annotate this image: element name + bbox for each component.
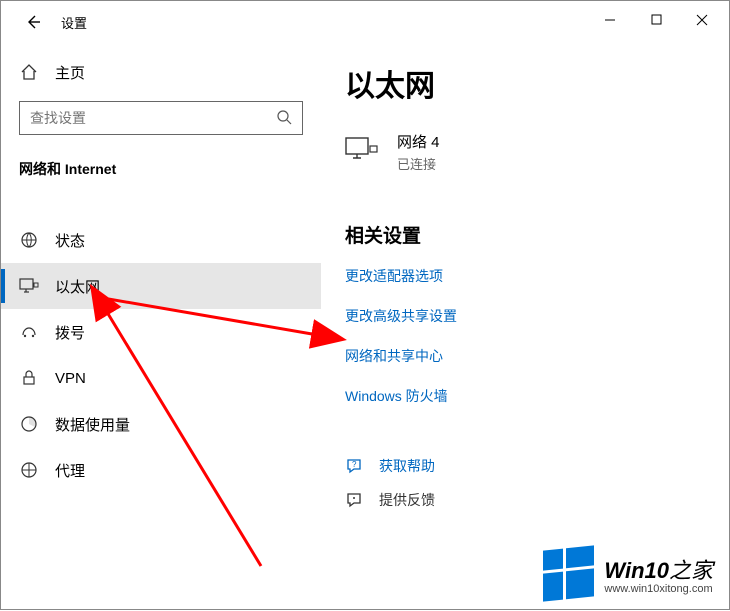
watermark-url: www.win10xitong.com xyxy=(604,583,713,595)
search-input[interactable] xyxy=(30,110,276,126)
link-windows-firewall[interactable]: Windows 防火墙 xyxy=(345,386,705,406)
nav-proxy[interactable]: 代理 xyxy=(1,447,321,493)
link-advanced-sharing[interactable]: 更改高级共享设置 xyxy=(345,306,705,326)
link-network-sharing-center[interactable]: 网络和共享中心 xyxy=(345,346,705,366)
give-feedback-link[interactable]: 提供反馈 xyxy=(345,490,705,510)
window-title: 设置 xyxy=(61,13,587,32)
feedback-icon xyxy=(345,491,365,509)
help-icon: ? xyxy=(345,457,365,475)
nav-item-label: 状态 xyxy=(55,230,85,251)
close-icon xyxy=(696,14,708,26)
watermark-brand: Win10之家 xyxy=(604,553,713,585)
nav-data-usage[interactable]: 数据使用量 xyxy=(1,401,321,447)
maximize-button[interactable] xyxy=(633,4,679,36)
ethernet-icon xyxy=(19,277,39,295)
nav-status[interactable]: 状态 xyxy=(1,217,321,263)
vpn-icon xyxy=(19,369,39,387)
network-status: 已连接 xyxy=(397,154,440,173)
help-label: 获取帮助 xyxy=(379,456,435,476)
status-icon xyxy=(19,231,39,249)
close-button[interactable] xyxy=(679,4,725,36)
home-label: 主页 xyxy=(55,62,85,83)
link-adapter-options[interactable]: 更改适配器选项 xyxy=(345,266,705,286)
nav-item-label: VPN xyxy=(55,370,86,387)
proxy-icon xyxy=(19,461,39,479)
back-button[interactable] xyxy=(13,2,53,42)
search-input-wrapper[interactable] xyxy=(19,101,303,135)
minimize-icon xyxy=(604,14,616,26)
sidebar-section-label: 网络和 Internet xyxy=(1,151,321,191)
windows-logo-icon xyxy=(543,545,594,601)
sidebar: 主页 网络和 Internet 状态 以太网 拨号 xyxy=(1,43,321,609)
get-help-link[interactable]: ? 获取帮助 xyxy=(345,456,705,476)
arrow-left-icon xyxy=(24,13,42,31)
maximize-icon xyxy=(651,14,662,25)
nav-item-label: 数据使用量 xyxy=(55,414,130,435)
nav-item-label: 拨号 xyxy=(55,322,85,343)
nav-ethernet[interactable]: 以太网 xyxy=(1,263,321,309)
home-nav[interactable]: 主页 xyxy=(1,51,321,93)
home-icon xyxy=(19,63,39,81)
data-usage-icon xyxy=(19,415,39,433)
nav-item-label: 以太网 xyxy=(55,276,100,297)
nav-dialup[interactable]: 拨号 xyxy=(1,309,321,355)
dialup-icon xyxy=(19,323,39,341)
network-icon xyxy=(345,136,379,169)
page-heading: 以太网 xyxy=(345,61,705,105)
watermark: Win10之家 www.win10xitong.com xyxy=(543,548,713,599)
network-name: 网络 4 xyxy=(397,131,440,152)
feedback-label: 提供反馈 xyxy=(379,490,435,510)
content-pane: 以太网 网络 4 已连接 相关设置 更改适配器选项 更改高级共享设置 网络和共享… xyxy=(321,43,729,609)
nav-vpn[interactable]: VPN xyxy=(1,355,321,401)
nav-item-label: 代理 xyxy=(55,460,85,481)
svg-text:?: ? xyxy=(352,460,357,469)
search-icon xyxy=(276,109,292,128)
network-status-row[interactable]: 网络 4 已连接 xyxy=(345,131,705,173)
related-settings-heading: 相关设置 xyxy=(345,221,705,248)
minimize-button[interactable] xyxy=(587,4,633,36)
